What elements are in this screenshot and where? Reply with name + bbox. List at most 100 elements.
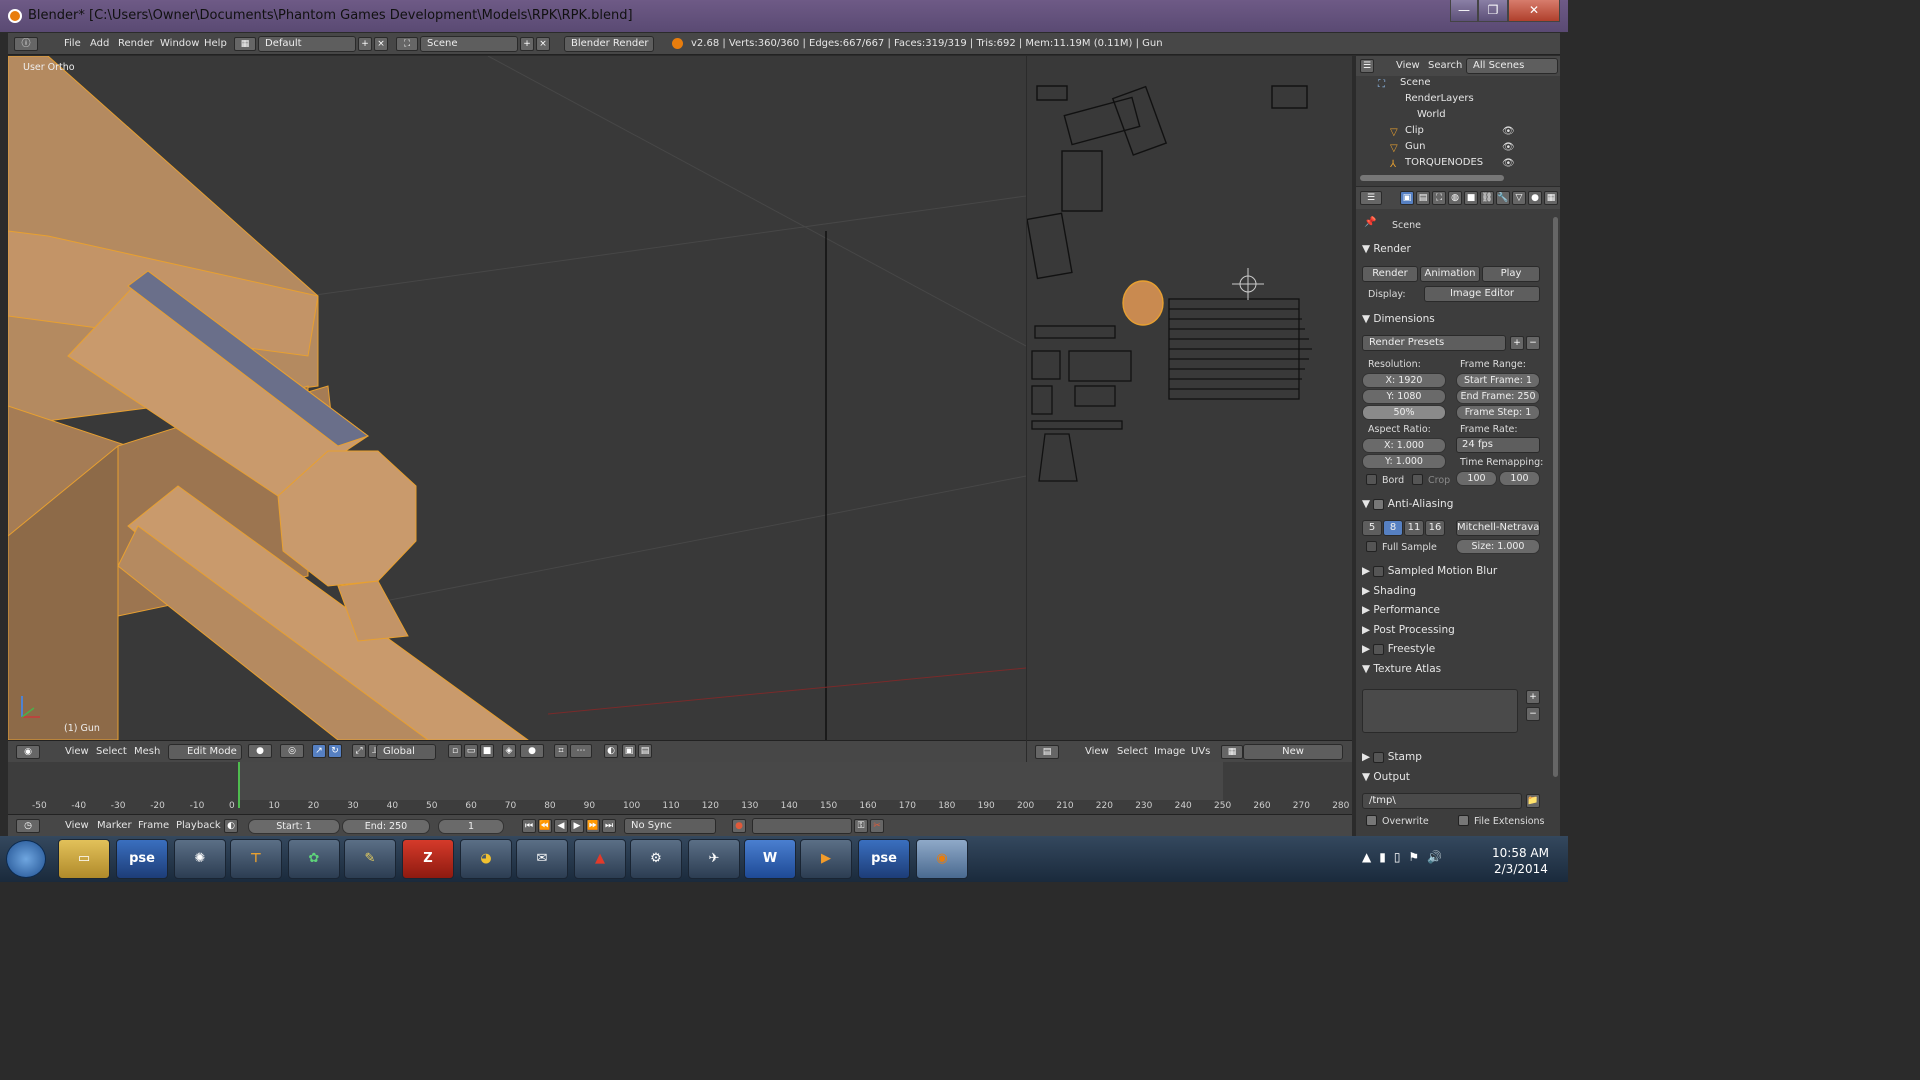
resolution-y-field[interactable]: Y: 1080 (1362, 389, 1446, 404)
taskbar-word[interactable]: W (744, 839, 796, 879)
current-frame-field[interactable]: 1 (438, 819, 504, 834)
remove-preset-icon[interactable]: − (1526, 336, 1540, 350)
add-preset-icon[interactable]: + (1510, 336, 1524, 350)
outliner-menu-view[interactable]: View (1396, 60, 1420, 71)
world-tab-icon[interactable]: ◍ (1448, 191, 1462, 205)
motion-blur-checkbox[interactable] (1373, 565, 1385, 577)
outliner-menu-search[interactable]: Search (1428, 60, 1462, 71)
manipulator-rotate-icon[interactable]: ↻ (328, 744, 342, 758)
insert-key-icon[interactable]: ⚿ (854, 819, 868, 833)
taskbar-steam[interactable]: ⚙ (630, 839, 682, 879)
proportional-edit-icon[interactable]: ● (520, 744, 544, 758)
minimize-button[interactable]: — (1450, 0, 1478, 22)
play-reverse-icon[interactable]: ◀ (554, 819, 568, 833)
end-frame-field[interactable]: End Frame: 250 (1456, 389, 1540, 404)
browse-folder-icon[interactable]: 📁 (1526, 794, 1540, 808)
file-extensions-checkbox[interactable] (1458, 815, 1469, 826)
panel-texture-atlas[interactable]: ▼ Texture Atlas (1362, 663, 1544, 675)
record-icon[interactable]: ● (732, 819, 746, 833)
aa-samples-5[interactable]: 5 (1362, 520, 1382, 536)
panel-output[interactable]: ▼ Output (1362, 771, 1544, 783)
antialiasing-panel-header[interactable]: ▼ Anti-Aliasing (1362, 498, 1544, 510)
remove-scene-icon[interactable]: × (536, 37, 550, 51)
tl-menu-frame[interactable]: Frame (138, 820, 169, 831)
close-button[interactable]: ✕ (1508, 0, 1560, 22)
properties-type-icon[interactable]: ☰ (1360, 191, 1382, 205)
tl-editor-type-icon[interactable]: ◷ (16, 819, 40, 833)
visibility-eye-icon[interactable]: 👁 (1502, 126, 1515, 137)
taskbar-app-icon[interactable]: ▲ (574, 839, 626, 879)
taskbar-filezilla[interactable]: Z (402, 839, 454, 879)
vp-menu-mesh[interactable]: Mesh (134, 746, 160, 757)
tray-date[interactable]: 2/3/2014 (1494, 862, 1548, 876)
animation-button[interactable]: Animation (1420, 266, 1480, 282)
outliner-item-scene[interactable]: Scene (1360, 77, 1431, 93)
uv-editor-type-icon[interactable]: ▤ (1035, 745, 1059, 759)
taskbar-app-icon[interactable]: ▶ (800, 839, 852, 879)
tray-time[interactable]: 10:58 AM (1492, 846, 1549, 860)
outliner-item-torquenodes[interactable]: TORQUENODES (1360, 157, 1483, 173)
taskbar-app-icon[interactable]: ✺ (174, 839, 226, 879)
jump-end-icon[interactable]: ⏭ (602, 819, 616, 833)
start-button[interactable] (6, 840, 46, 878)
panel-performance[interactable]: ▶ Performance (1362, 604, 1544, 616)
tl-menu-view[interactable]: View (65, 820, 89, 831)
taskbar-app-icon[interactable]: ✎ (344, 839, 396, 879)
maximize-button[interactable]: ❐ (1478, 0, 1508, 22)
aa-filter-select[interactable]: Mitchell-Netraval (1456, 520, 1540, 536)
texture-tab-icon[interactable]: ▦ (1544, 191, 1558, 205)
menu-window[interactable]: Window (160, 38, 199, 49)
timeline[interactable]: -50 -40 -30 -20 -10 0 10 20 30 40 50 60 70 80 90 100 110… (8, 762, 1352, 814)
render-tab-icon[interactable]: ▣ (1400, 191, 1414, 205)
add-scene-icon[interactable]: + (520, 37, 534, 51)
menu-file[interactable]: File (64, 38, 81, 49)
start-frame-field[interactable]: Start: 1 (248, 819, 340, 834)
frame-rate-select[interactable]: 24 fps (1456, 437, 1540, 453)
keying-set-field[interactable] (752, 818, 852, 834)
aspect-y-field[interactable]: Y: 1.000 (1362, 454, 1446, 469)
border-checkbox[interactable] (1366, 474, 1377, 485)
edge-select-icon[interactable]: ▭ (464, 744, 478, 758)
vp-menu-select[interactable]: Select (96, 746, 127, 757)
tl-menu-playback[interactable]: Playback (176, 820, 221, 831)
visibility-eye-icon[interactable]: 👁 (1502, 158, 1515, 169)
aa-samples-8[interactable]: 8 (1383, 520, 1403, 536)
menu-help[interactable]: Help (204, 38, 227, 49)
menu-add[interactable]: Add (90, 38, 109, 49)
outliner-item-world[interactable]: World (1360, 109, 1446, 125)
taskbar-app-icon[interactable]: ✈ (688, 839, 740, 879)
panel-shading[interactable]: ▶ Shading (1362, 585, 1544, 597)
freestyle-checkbox[interactable] (1373, 643, 1385, 655)
play-icon[interactable]: ▶ (570, 819, 584, 833)
antialiasing-checkbox[interactable] (1373, 498, 1385, 510)
screen-layout-field[interactable]: Default (258, 36, 356, 52)
uv-menu-uvs[interactable]: UVs (1191, 746, 1210, 757)
viewport-shading-icon[interactable]: ● (248, 744, 272, 758)
texture-atlas-list[interactable] (1362, 689, 1518, 733)
snap-element-icon[interactable]: ⋯ (570, 744, 592, 758)
panel-stamp[interactable]: ▶ Stamp (1362, 751, 1544, 763)
uv-menu-select[interactable]: Select (1117, 746, 1148, 757)
outliner-scrollbar[interactable] (1360, 175, 1504, 181)
resolution-x-field[interactable]: X: 1920 (1362, 373, 1446, 388)
panel-freestyle[interactable]: ▶ Freestyle (1362, 643, 1544, 655)
atlas-add-icon[interactable]: + (1526, 690, 1540, 704)
mode-select[interactable]: Edit Mode (168, 744, 242, 760)
data-tab-icon[interactable]: ▽ (1512, 191, 1526, 205)
render-presets-select[interactable]: Render Presets (1362, 335, 1506, 351)
editor-type-icon[interactable]: ◉ (16, 745, 40, 759)
object-tab-icon[interactable]: ■ (1464, 191, 1478, 205)
play-button[interactable]: Play (1482, 266, 1540, 282)
start-frame-field[interactable]: Start Frame: 1 (1456, 373, 1540, 388)
taskbar-app-icon[interactable]: ⊤ (230, 839, 282, 879)
sync-mode-select[interactable]: No Sync (624, 818, 716, 834)
screenshot-icon[interactable]: ▤ (638, 744, 652, 758)
taskbar-chrome[interactable]: ◕ (460, 839, 512, 879)
layers-tab-icon[interactable]: ▤ (1416, 191, 1430, 205)
frame-step-field[interactable]: Frame Step: 1 (1456, 405, 1540, 420)
tray-icons[interactable]: ▲▮▯⚑🔊 (1362, 850, 1450, 864)
jump-start-icon[interactable]: ⏮ (522, 819, 536, 833)
tl-menu-marker[interactable]: Marker (97, 820, 132, 831)
new-image-button[interactable]: New (1243, 744, 1343, 760)
pivot-icon[interactable]: ◎ (280, 744, 304, 758)
